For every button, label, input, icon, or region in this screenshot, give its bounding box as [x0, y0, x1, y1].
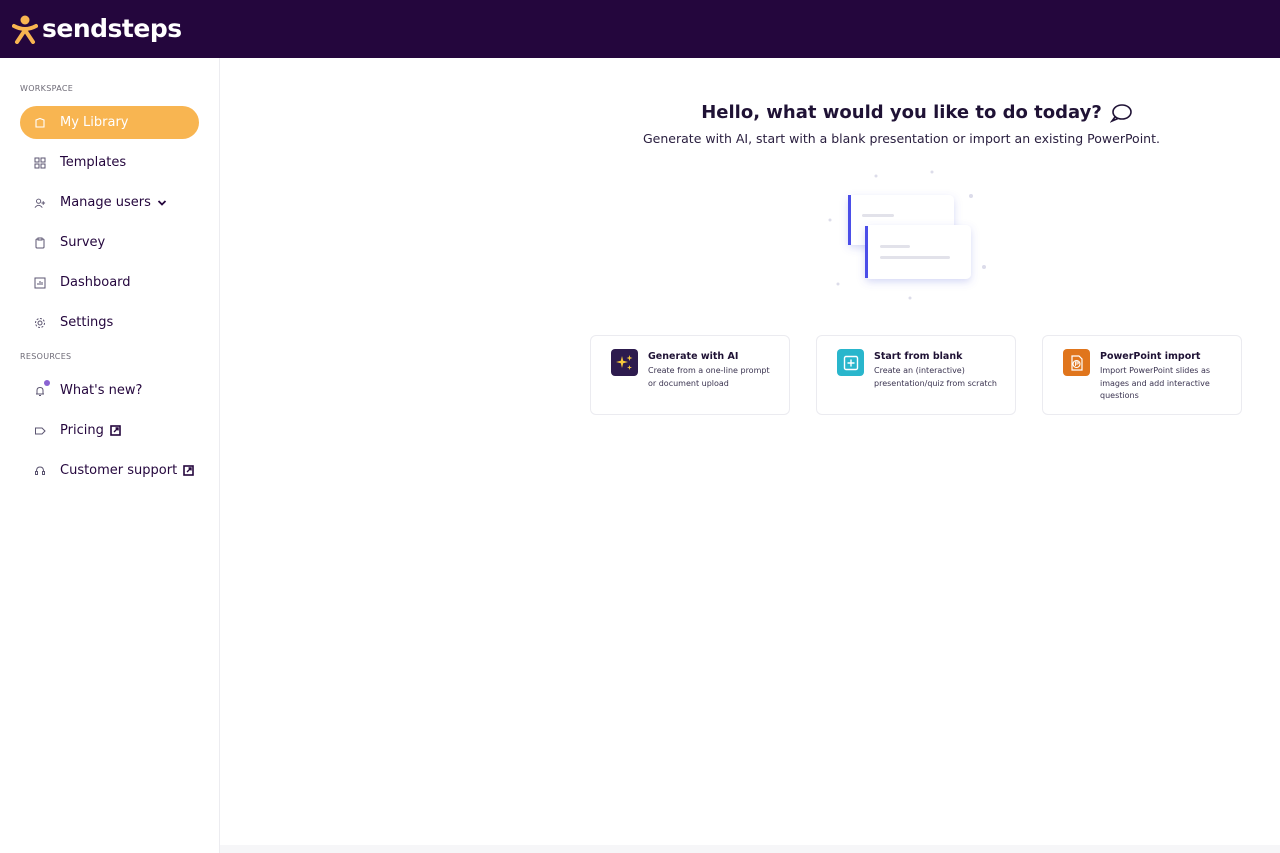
main-content: Hello, what would you like to do today? … — [220, 58, 1280, 853]
gear-icon — [34, 317, 46, 329]
sidebar-item-label: Customer support — [60, 463, 178, 478]
sidebar-item-my-library[interactable]: My Library — [20, 106, 199, 139]
card-title: Start from blank — [874, 351, 963, 362]
library-icon — [34, 117, 46, 129]
resources-section-label: RESOURCES — [20, 352, 72, 361]
tag-icon — [34, 425, 46, 437]
sidebar-item-dashboard[interactable]: Dashboard — [20, 266, 199, 299]
sidebar-item-label: Settings — [60, 315, 114, 330]
powerpoint-import-card[interactable]: PowerPoint import Import PowerPoint slid… — [1042, 335, 1242, 415]
chevron-down-icon[interactable] — [157, 199, 167, 207]
external-link-icon — [110, 425, 121, 436]
sidebar-item-settings[interactable]: Settings — [20, 306, 199, 339]
templates-icon — [34, 157, 46, 169]
card-description: Create an (interactive) presentation/qui… — [874, 366, 997, 388]
sidebar-item-templates[interactable]: Templates — [20, 146, 199, 179]
brand-name: sendsteps — [42, 13, 182, 43]
sidebar-item-label: Survey — [60, 235, 106, 250]
dashboard-icon — [34, 277, 46, 289]
card-description: Import PowerPoint slides as images and a… — [1100, 366, 1211, 400]
sidebar-item-customer-support[interactable]: Customer support — [20, 454, 199, 487]
start-from-blank-card[interactable]: Start from blank Create an (interactive)… — [816, 335, 1016, 415]
sidebar: WORKSPACE My Library Templates Manage us… — [0, 58, 220, 853]
sidebar-item-label: Dashboard — [60, 275, 131, 290]
powerpoint-icon — [1063, 349, 1090, 376]
notification-dot — [44, 380, 50, 386]
bell-icon — [34, 385, 46, 397]
greeting-subtitle: Generate with AI, start with a blank pre… — [643, 131, 1160, 146]
sidebar-item-whats-new[interactable]: What's new? — [20, 374, 199, 407]
headset-icon — [34, 465, 46, 477]
clipboard-icon — [34, 237, 46, 249]
bottom-scroll-area — [220, 845, 1280, 853]
greeting-title: Hello, what would you like to do today? — [701, 102, 1102, 123]
card-title: Generate with AI — [648, 351, 739, 362]
logo-mark-icon — [12, 15, 38, 44]
sidebar-item-pricing[interactable]: Pricing — [20, 414, 199, 447]
sidebar-item-label: What's new? — [60, 383, 143, 398]
sidebar-item-label: Templates — [60, 155, 127, 170]
workspace-section-label: WORKSPACE — [20, 84, 74, 93]
top-bar: sendsteps — [0, 0, 1280, 58]
generate-with-ai-card[interactable]: Generate with AI Create from a one-line … — [590, 335, 790, 415]
add-user-icon — [34, 197, 46, 209]
speech-bubble-icon — [1109, 103, 1132, 123]
sidebar-item-label: Manage users — [60, 195, 151, 210]
card-title: PowerPoint import — [1100, 351, 1201, 362]
card-description: Create from a one-line prompt or documen… — [648, 366, 770, 388]
sidebar-item-manage-users[interactable]: Manage users — [20, 186, 199, 219]
slides-illustration — [828, 170, 986, 300]
sidebar-item-label: My Library — [60, 115, 129, 130]
plus-square-icon — [837, 349, 864, 376]
sendsteps-logo[interactable]: sendsteps — [12, 14, 182, 44]
external-link-icon — [183, 465, 195, 476]
sidebar-item-label: Pricing — [60, 423, 104, 438]
greeting: Hello, what would you like to do today? — [220, 102, 1280, 123]
sidebar-item-survey[interactable]: Survey — [20, 226, 199, 259]
sparkles-icon — [611, 349, 638, 376]
